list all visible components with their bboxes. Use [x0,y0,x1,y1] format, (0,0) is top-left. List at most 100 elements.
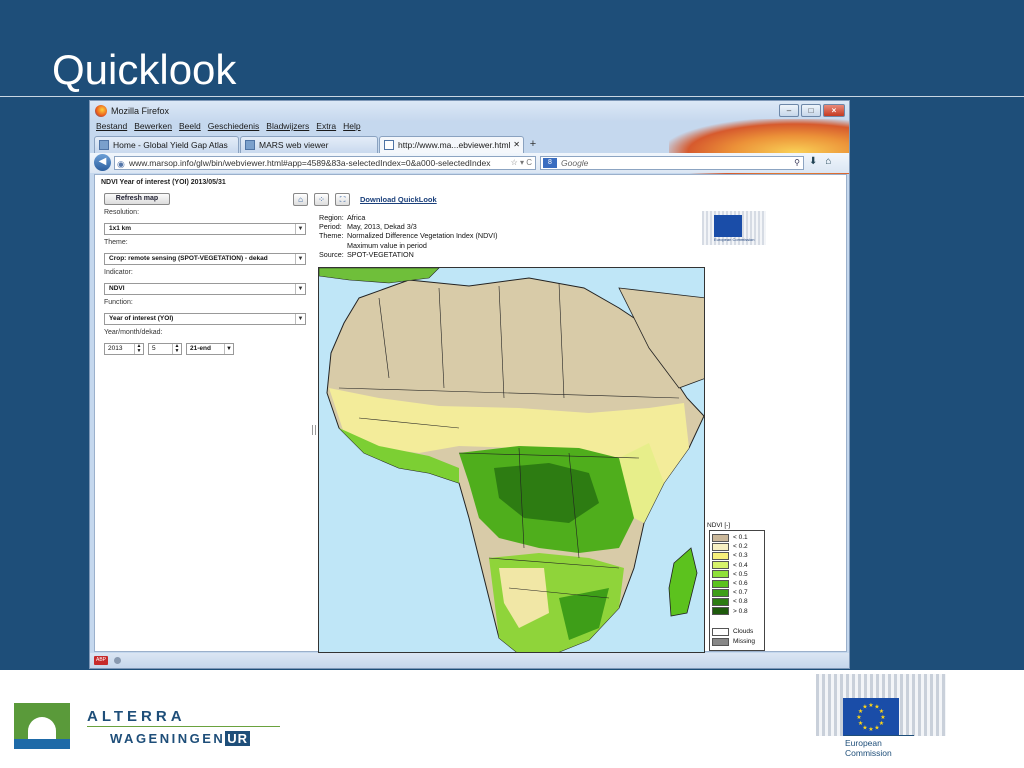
legend-label: < 0.3 [733,552,748,560]
page-content: NDVI Year of interest (YOI) 2013/05/31 R… [94,174,847,653]
panel-splitter[interactable] [312,425,316,435]
page-icon [384,140,394,150]
chevron-down-icon: ▼ [224,344,233,354]
download-quicklook-link[interactable]: Download QuickLook [360,195,437,204]
home-icon[interactable]: ⌂ [825,156,831,167]
legend-item: < 0.7 [712,588,748,597]
alterra-divider [87,726,280,727]
ec-line2: Commission [845,748,892,758]
search-bar[interactable]: 8 Google ⚲ [540,156,804,170]
chevron-down-icon: ▼ [295,254,305,264]
svg-text:★: ★ [880,714,885,721]
legend-label: < 0.2 [733,543,748,551]
fullscreen-button[interactable]: ⛶ [335,193,350,206]
tab-bar: Home - Global Yield Gap Atlas MARS web v… [90,135,849,153]
period-value: May, 2013, Dekad 3/3 [347,222,417,232]
european-commission-logo: ★ ★ ★ ★ ★ ★ ★ ★ ★ ★ ★ ★ European Commission [816,674,946,762]
dekad-select[interactable]: 21-end ▼ [186,343,234,355]
spinner-icon[interactable]: ▲ ▼ [134,344,143,354]
tab-mars-viewer[interactable]: MARS web viewer [240,136,378,153]
reload-icon[interactable]: ☆ ▾ C [511,157,532,169]
menu-item-help[interactable]: Help [343,121,360,134]
menu-item-bewerken[interactable]: Bewerken [134,121,172,134]
menu-item-bestand[interactable]: Bestand [96,121,127,134]
legend-swatch [712,588,729,597]
indicator-select[interactable]: NDVI ▼ [104,283,306,295]
download-icon[interactable]: ⬇ [809,156,817,167]
menu-item-geschiedenis[interactable]: Geschiedenis [208,121,260,134]
legend-label: < 0.7 [733,589,748,597]
date-label: Year/month/dekad: [104,329,163,336]
theme-label: Theme: [104,239,128,246]
legend-item: Missing [712,637,755,646]
tab-webviewer[interactable]: http://www.ma...ebviewer.html ✕ [379,136,524,153]
resolution-select[interactable]: 1x1 km ▼ [104,223,306,235]
legend-label: < 0.5 [733,570,748,578]
theme-meta-value: Normalized Difference Vegetation Index (… [347,231,498,241]
legend-label: < 0.1 [733,534,748,541]
menu-item-bladwijzers[interactable]: Bladwijzers [266,121,309,134]
theme-meta-value2: Maximum value in period [347,240,427,250]
legend-item: < 0.3 [712,551,748,560]
menu-item-beeld[interactable]: Beeld [179,121,201,134]
svg-text:★: ★ [879,708,884,715]
ec-line1: European [845,738,882,748]
indicator-value: NDVI [109,285,125,292]
search-placeholder: Google [561,158,589,168]
new-tab-button[interactable]: + [525,137,541,152]
period-key: Period: [319,222,342,232]
theme-key: Theme: [319,231,344,241]
title-divider [0,96,1024,97]
page-icon [99,140,109,150]
ndvi-map[interactable] [318,267,705,653]
maximize-button[interactable]: □ [801,104,821,117]
resolution-label: Resolution: [104,209,140,216]
year-stepper[interactable]: 2013 ▲ ▼ [104,343,144,355]
search-engine-badge[interactable]: 8 [543,158,557,168]
chevron-down-icon: ▼ [295,224,305,234]
url-bar[interactable]: ◉ www.marsop.info/glw/bin/webviewer.html… [114,156,536,170]
minimize-button[interactable]: – [779,104,799,117]
date-controls: 2013 ▲ ▼ 5 ▲ ▼ 21-end ▼ [104,343,244,355]
wageningen-text: WAGENINGEN [110,731,226,746]
search-icon[interactable]: ⚲ [794,157,800,169]
function-select[interactable]: Year of interest (YOI) ▼ [104,313,306,325]
legend-item: < 0.8 [712,597,748,606]
page-header: NDVI Year of interest (YOI) 2013/05/31 [101,179,226,186]
map-metadata: Region: Africa Period: May, 2013, Dekad 3/… [319,213,497,259]
home-view-button[interactable]: ⌂ [293,193,308,206]
zoom-in-button[interactable]: ⁘ [314,193,329,206]
navigation-bar: ◀ ◉ www.marsop.info/glw/bin/webviewer.ht… [90,153,849,173]
refresh-map-button[interactable]: Refresh map [104,193,170,205]
tab-global-yield-gap[interactable]: Home - Global Yield Gap Atlas [94,136,239,153]
legend-swatch [712,551,729,560]
eu-logo-small: European Commission [702,211,766,253]
legend-label: < 0.6 [733,580,748,587]
legend-item: < 0.2 [712,542,748,551]
legend-item: < 0.1 [712,533,748,542]
legend-item: Clouds [712,627,753,636]
back-button[interactable]: ◀ [94,154,111,171]
tab-close-icon[interactable]: ✕ [513,137,520,153]
legend-label: Clouds [733,628,754,635]
firefox-icon [95,105,107,117]
month-stepper[interactable]: 5 ▲ ▼ [148,343,182,355]
nav-icons: ⬇ ⌂ [809,156,831,167]
window-controls: – □ × [779,104,845,117]
resolution-value: 1x1 km [109,225,132,232]
legend-swatch [712,607,729,616]
theme-select[interactable]: Crop: remote sensing (SPOT-VEGETATION) -… [104,253,306,265]
region-key: Region: [319,213,344,222]
legend-swatch [712,561,729,570]
legend-swatch [712,627,729,636]
window-titlebar[interactable]: Mozilla Firefox – □ × [90,101,849,121]
svg-text:★: ★ [856,714,861,721]
close-button[interactable]: × [823,104,845,117]
menu-item-extra[interactable]: Extra [316,121,336,134]
tab-label: http://www.ma...ebviewer.html [398,140,511,150]
svg-text:★: ★ [862,704,867,711]
legend-swatch [712,579,729,588]
legend-swatch [712,597,729,606]
adblock-badge[interactable]: ABP [94,656,108,665]
spinner-icon[interactable]: ▲ ▼ [172,344,181,354]
